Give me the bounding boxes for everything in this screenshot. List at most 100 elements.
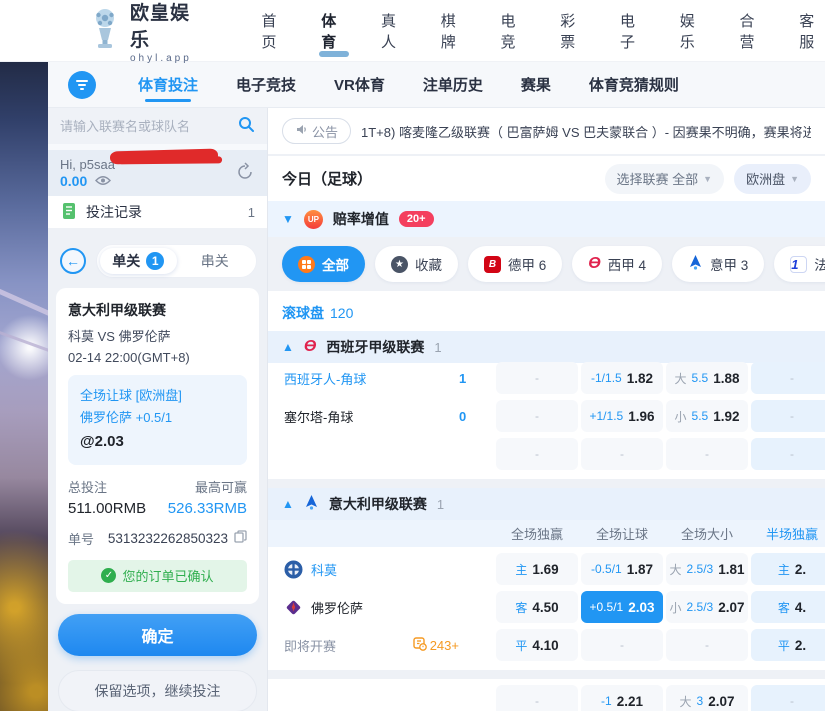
nav-lottery[interactable]: 彩票 [560, 0, 586, 61]
chevron-up-icon[interactable]: ▲ [282, 340, 294, 354]
brand-name: 欧皇娱乐 [130, 0, 201, 52]
pill-bundesliga[interactable]: B 德甲 6 [468, 246, 562, 282]
team-name[interactable]: 佛罗伦萨 [284, 598, 459, 617]
search-icon[interactable] [238, 116, 255, 136]
odds-cell[interactable]: - [496, 362, 578, 394]
tab-single-bet[interactable]: 单关 1 [100, 248, 177, 274]
nav-affiliate[interactable]: 合营 [739, 0, 765, 61]
odds-cell[interactable]: 客4.50 [496, 591, 578, 623]
slip-selection: 佛罗伦萨 +0.5/1 [80, 407, 235, 429]
odds-cell[interactable]: 平2. [751, 629, 825, 661]
tab-betting-rules[interactable]: 体育竞猜规则 [589, 62, 679, 107]
pill-seriea[interactable]: 意甲 3 [672, 246, 764, 282]
odds-cell[interactable]: - [666, 438, 748, 470]
team-name[interactable]: 塞尔塔-角球 [284, 407, 459, 426]
nav-support[interactable]: 客服 [799, 0, 825, 61]
bet-record-row[interactable]: 投注记录 1 [48, 196, 267, 236]
odds-cell[interactable]: -0.5/11.87 [581, 553, 663, 585]
pill-favorites[interactable]: ★ 收藏 [375, 246, 458, 282]
chevron-down-icon: ▼ [703, 174, 712, 184]
col-half-time-1x2[interactable]: 半场独赢 [751, 524, 825, 543]
odds-cell[interactable]: - [496, 438, 578, 470]
tab-results[interactable]: 赛果 [521, 62, 551, 107]
section-header-seriea[interactable]: ▲ 意大利甲级联赛 1 [268, 488, 825, 520]
odds-cell[interactable]: 大5.51.88 [666, 362, 748, 394]
odds-cell[interactable]: 平4.10 [496, 629, 578, 661]
announcement-pill[interactable]: 公告 [282, 118, 351, 144]
refresh-icon[interactable] [235, 162, 255, 185]
league-filter-dropdown[interactable]: 选择联赛 全部▼ [605, 164, 725, 194]
odds-cell[interactable]: - [496, 400, 578, 432]
nav-live-casino[interactable]: 真人 [381, 0, 407, 61]
tab-sports-betting[interactable]: 体育投注 [138, 62, 198, 107]
chevron-down-icon[interactable]: ▼ [282, 212, 294, 226]
team-name[interactable]: 科莫 [284, 560, 459, 579]
odds-cell[interactable]: 客4. [751, 591, 825, 623]
nav-esports[interactable]: 电竞 [500, 0, 526, 61]
slip-market: 全场让球 [80, 388, 132, 403]
copy-icon[interactable] [234, 530, 247, 546]
odds-cell[interactable]: 大2.5/31.81 [666, 553, 748, 585]
odds-cell[interactable]: -1/1.51.82 [581, 362, 663, 394]
odds-cell[interactable]: - [496, 685, 578, 711]
brand-logo[interactable]: 欧皇娱乐 ohyl.app [88, 0, 201, 64]
pill-all-leagues[interactable]: 全部 [282, 246, 365, 282]
today-header: 今日（足球） 选择联赛 全部▼ 欧洲盘▼ [268, 156, 825, 201]
tab-bet-history[interactable]: 注单历史 [423, 62, 483, 107]
filter-menu-icon[interactable] [68, 71, 96, 99]
odds-cell[interactable]: +1/1.51.96 [581, 400, 663, 432]
odds-cell[interactable]: -12.21 [581, 685, 663, 711]
chevron-up-icon[interactable]: ▲ [282, 497, 294, 511]
odds-cell[interactable]: 主2. [751, 553, 825, 585]
top-header: 欧皇娱乐 ohyl.app 首页 体育 真人 棋牌 电竞 彩票 电子 娱乐 合营… [0, 0, 825, 62]
slip-selection-box: 全场让球 [欧洲盘] 佛罗伦萨 +0.5/1 @2.03 [68, 375, 247, 465]
odds-type-dropdown[interactable]: 欧洲盘▼ [734, 164, 811, 194]
match-row: 科莫 主1.69 -0.5/11.87 大2.5/31.81 主2. [268, 550, 825, 588]
nav-slots[interactable]: 电子 [620, 0, 646, 61]
league-filter-pills: 全部 ★ 收藏 B 德甲 6 Ɵ 西甲 4 意甲 3 1 [268, 237, 825, 291]
odds-cell[interactable]: 大32.07 [666, 685, 748, 711]
bet-record-label: 投注记录 [86, 202, 240, 222]
live-betting-bar[interactable]: 滚球盘120 [268, 291, 825, 331]
pill-ligue1[interactable]: 1 法甲 3 [774, 246, 825, 282]
nav-home[interactable]: 首页 [261, 0, 287, 61]
odds-cell[interactable]: - [751, 362, 825, 394]
nav-cards[interactable]: 棋牌 [441, 0, 467, 61]
confirm-button[interactable]: 确定 [58, 614, 257, 656]
odds-cell[interactable]: - [751, 400, 825, 432]
slip-time: 02-14 22:00(GMT+8) [68, 350, 247, 365]
back-arrow-icon[interactable]: ← [60, 248, 86, 274]
eye-icon[interactable] [95, 174, 111, 189]
stats-icon [413, 637, 427, 654]
team-name[interactable]: 西班牙人-角球 [284, 369, 459, 388]
odds-cell[interactable]: 小2.5/32.07 [666, 591, 748, 623]
team-score: 1 [459, 371, 493, 386]
search-input[interactable] [60, 119, 238, 134]
odds-cell[interactable]: - [751, 438, 825, 470]
odds-cell[interactable]: - [751, 685, 825, 711]
match-row: 即将开赛 243+ 平4.10 - - 平2. [268, 626, 825, 664]
boost-label: 赔率增值 [333, 209, 389, 229]
market-column-headers: 全场独赢 全场让球 全场大小 半场独赢 [268, 520, 825, 547]
nav-sports[interactable]: 体育 [321, 0, 347, 61]
balance-value: 0.00 [60, 173, 87, 189]
trophy-logo-icon [88, 8, 122, 53]
tab-vr-sports[interactable]: VR体育 [334, 62, 385, 107]
more-markets-link[interactable]: 243+ [413, 637, 459, 654]
order-number-label: 单号 [68, 529, 102, 548]
slip-market-type: [欧洲盘] [136, 388, 182, 403]
odds-cell[interactable]: - [666, 629, 748, 661]
bet-record-icon [60, 202, 78, 223]
brand-domain: ohyl.app [130, 53, 201, 64]
nav-entertainment[interactable]: 娱乐 [680, 0, 706, 61]
tab-parlay-bet[interactable]: 串关 [177, 248, 254, 274]
odds-cell[interactable]: 小5.51.92 [666, 400, 748, 432]
tab-esports[interactable]: 电子竞技 [236, 62, 296, 107]
slip-match: 科莫 VS 佛罗伦萨 [68, 326, 247, 345]
odds-cell[interactable]: 主1.69 [496, 553, 578, 585]
odds-cell[interactable]: - [581, 629, 663, 661]
odds-cell[interactable]: - [581, 438, 663, 470]
pill-laliga[interactable]: Ɵ 西甲 4 [572, 246, 662, 282]
odds-cell-selected[interactable]: +0.5/12.03 [581, 591, 663, 623]
keep-selection-button[interactable]: 保留选项，继续投注 [58, 670, 257, 711]
